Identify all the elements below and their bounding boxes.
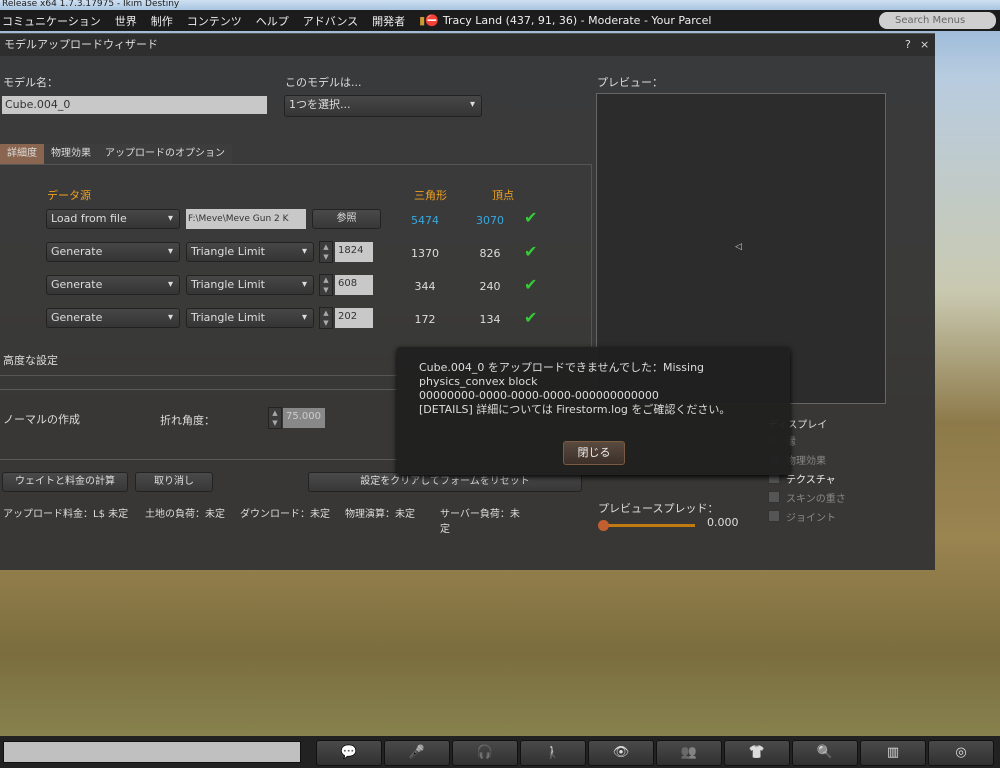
parcel-icons: ▮⛔ — [419, 14, 439, 27]
vertices-value: 240 — [479, 280, 501, 293]
radar-icon[interactable]: ◎ — [928, 740, 994, 766]
display-checkbox[interactable] — [768, 491, 780, 503]
help-button[interactable]: ? — [905, 34, 911, 56]
menu-advanced[interactable]: アドバンス — [303, 13, 358, 29]
triangles-value: 172 — [414, 313, 436, 326]
model-name-label: モデル名： — [3, 76, 58, 89]
physics-cost: 物理演算：未定 — [345, 509, 415, 520]
model-name-input[interactable]: Cube.004_0 — [2, 96, 267, 114]
lod-file-path[interactable]: F:\Meve\Meve Gun 2 K — [186, 209, 306, 229]
model-upload-floater: モデルアップロードウィザード ? × モデル名： Cube.004_0 このモデ… — [0, 33, 935, 570]
menu-communicate[interactable]: コミュニケーション — [2, 13, 101, 29]
menu-help[interactable]: ヘルプ — [256, 13, 289, 29]
spread-slider[interactable] — [600, 524, 695, 527]
check-icon: ✔ — [524, 208, 538, 227]
upload-fee: アップロード料金：L$ 未定 — [3, 509, 129, 520]
lod-source-select[interactable]: Generate — [46, 275, 180, 295]
lod-mode-select[interactable]: Triangle Limit — [186, 308, 314, 328]
limit-input[interactable]: 608 — [335, 275, 373, 295]
appearance-icon[interactable]: 👕 — [724, 740, 790, 766]
menu-build[interactable]: 制作 — [151, 13, 173, 29]
tab-upload-options[interactable]: アップロードのオプション — [98, 144, 232, 164]
display-option: テクスチャ — [786, 475, 836, 486]
crease-label: 折れ角度： — [160, 414, 215, 427]
slider-handle[interactable] — [598, 520, 609, 531]
cancel-button[interactable]: 取り消し — [135, 472, 213, 492]
limit-spinner[interactable]: ▲ ▼ — [319, 274, 333, 296]
floater-title: モデルアップロードウィザード ? × — [0, 34, 935, 56]
check-icon: ✔ — [524, 308, 538, 327]
limit-input[interactable]: 202 — [335, 308, 373, 328]
lod-source-select[interactable]: Generate — [46, 242, 180, 262]
triangles-value: 1370 — [411, 247, 439, 260]
triangles-value: 5474 — [411, 214, 439, 227]
chat-icon[interactable]: 💬 — [316, 740, 382, 766]
normals-label: ノーマルの作成 — [3, 413, 80, 426]
lod-mode-select[interactable]: Triangle Limit — [186, 242, 314, 262]
map-icon[interactable]: ▥ — [860, 740, 926, 766]
display-option: 物理効果 — [786, 456, 826, 467]
error-message: Cube.004_0 をアップロードできませんでした：Missing physi… — [419, 361, 731, 416]
display-checkbox[interactable] — [768, 510, 780, 522]
vertices-value: 3070 — [476, 214, 504, 227]
calculate-button[interactable]: ウェイトと料金の計算 — [2, 472, 128, 492]
search-menus-input[interactable]: Search Menus — [879, 12, 996, 29]
limit-spinner[interactable]: ▲ ▼ — [319, 241, 333, 263]
limit-spinner[interactable]: ▲ ▼ — [319, 307, 333, 329]
display-option: スキンの重さ — [786, 494, 846, 505]
display-option: ジョイント — [786, 513, 836, 524]
voice-icon[interactable]: 🎧 — [452, 740, 518, 766]
chat-input[interactable] — [3, 741, 301, 763]
menu-bar: コミュニケーション 世界 制作 コンテンツ ヘルプ アドバンス 開発者 ▮⛔ T… — [0, 10, 875, 31]
people-icon[interactable]: 👥 — [656, 740, 722, 766]
model-type-select[interactable]: 1つを選択... — [284, 95, 482, 117]
tab-lod[interactable]: 詳細度 — [0, 144, 44, 164]
menu-world[interactable]: 世界 — [115, 13, 137, 29]
vertices-value: 826 — [479, 247, 501, 260]
window-title: Release x64 1.7.3.17975 - Ikim Destiny — [0, 0, 1000, 10]
close-button[interactable]: × — [920, 34, 929, 56]
model-shape: ◁ — [735, 242, 742, 252]
crease-input[interactable]: 75.000 — [283, 408, 325, 428]
lod-mode-select[interactable]: Triangle Limit — [186, 275, 314, 295]
limit-input[interactable]: 1824 — [335, 242, 373, 262]
location-text[interactable]: Tracy Land (437, 91, 36) - Moderate - Yo… — [443, 14, 712, 27]
check-icon: ✔ — [524, 242, 538, 261]
land-impact: 土地の負荷：未定 — [145, 509, 225, 520]
lod-source-select[interactable]: Generate — [46, 308, 180, 328]
speak-icon[interactable]: 🎤 — [384, 740, 450, 766]
lod-source-select[interactable]: Load from file — [46, 209, 180, 229]
move-icon[interactable]: 🚶 — [520, 740, 586, 766]
upload-error-dialog: Cube.004_0 をアップロードできませんでした：Missing physi… — [397, 347, 790, 475]
spread-value: 0.000 — [707, 516, 739, 529]
reset-button[interactable]: 設定をクリアしてフォームをリセット — [308, 472, 582, 492]
tab-physics[interactable]: 物理効果 — [44, 144, 98, 164]
tab-bar: 詳細度 物理効果 アップロードのオプション — [0, 144, 232, 164]
spread-label: プレビュースプレッド： — [598, 502, 719, 515]
check-icon: ✔ — [524, 275, 538, 294]
crease-spinner[interactable]: ▲ ▼ — [268, 407, 282, 429]
triangles-header: 三角形 — [414, 189, 447, 202]
preview-label: プレビュー： — [597, 76, 663, 89]
model-type-label: このモデルは... — [285, 76, 362, 89]
vertices-header: 頂点 — [492, 189, 514, 202]
source-header: データ源 — [47, 189, 91, 202]
menu-content[interactable]: コンテンツ — [187, 13, 242, 29]
vertices-value: 134 — [479, 313, 501, 326]
browse-button[interactable]: 参照 — [312, 209, 381, 229]
advanced-label: 高度な設定 — [3, 354, 58, 367]
search-icon[interactable]: 🔍 — [792, 740, 858, 766]
server-cost: サーバー負荷：未定 — [440, 509, 520, 535]
triangles-value: 344 — [414, 280, 436, 293]
menu-develop[interactable]: 開発者 — [372, 13, 405, 29]
dialog-close-button[interactable]: 閉じる — [563, 441, 625, 465]
view-icon[interactable]: 👁 — [588, 740, 654, 766]
download-cost: ダウンロード：未定 — [240, 509, 330, 520]
